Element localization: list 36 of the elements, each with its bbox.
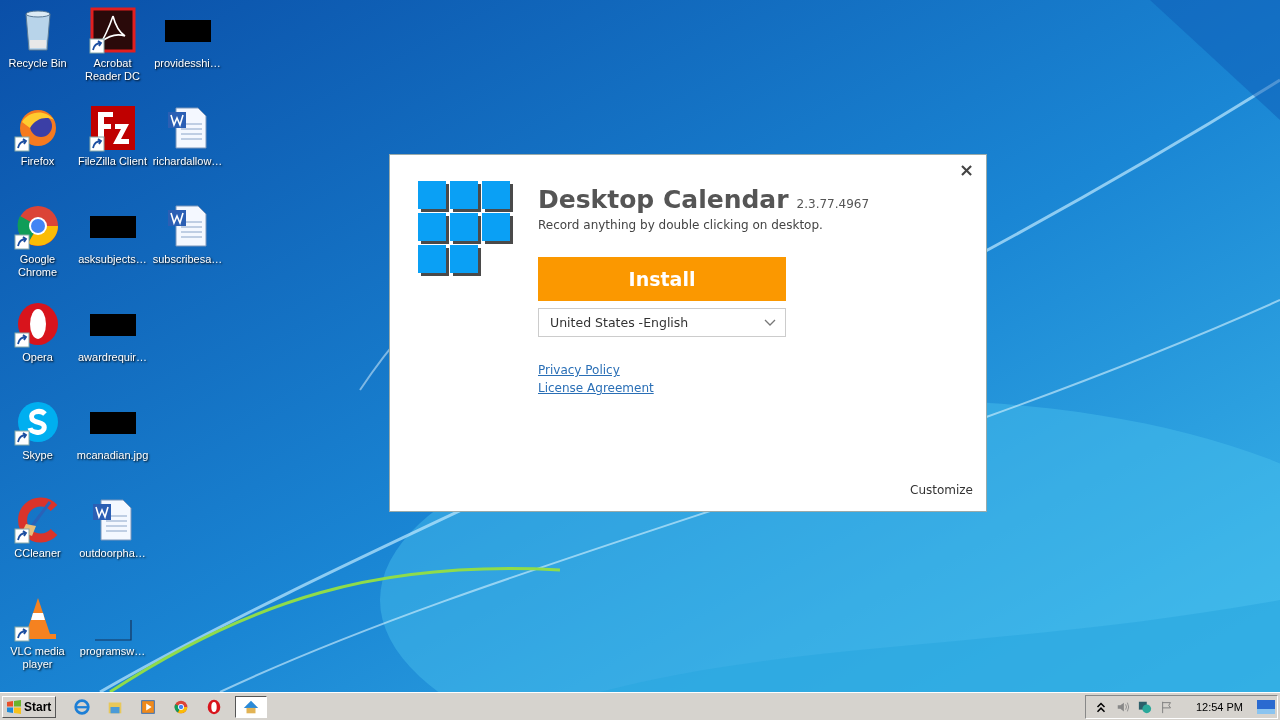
icon-label: FileZilla Client: [76, 155, 149, 168]
chevron-down-icon: [764, 318, 776, 327]
policy-link[interactable]: License Agreement: [538, 381, 654, 395]
icon-label: asksubjects…: [77, 253, 148, 266]
icon-label: VLC media player: [9, 645, 66, 671]
filezilla-icon[interactable]: [88, 104, 137, 152]
acrobat-icon[interactable]: [88, 6, 137, 54]
installer-taskbar-button[interactable]: [235, 695, 268, 718]
version-number: 2.3.77.4967: [796, 197, 870, 211]
clock: 12:54 PM: [1195, 700, 1243, 713]
policy-link[interactable]: Privacy Policy: [538, 363, 620, 377]
app-title: Desktop Calendar: [538, 185, 789, 214]
windows-logo-icon: [6, 698, 22, 715]
start-button[interactable]: Start: [2, 695, 57, 718]
logo-icon: [418, 181, 514, 279]
close-button[interactable]: ×: [956, 159, 976, 180]
icon-label: richardallow…: [151, 155, 224, 168]
icon-label: mcanadian.jpg: [75, 449, 150, 462]
language-dropdown[interactable]: United States -English: [538, 308, 786, 337]
app-subtitle: Record anything by double clicking on desktop.: [538, 218, 824, 232]
icon-label: awardrequir…: [76, 351, 149, 364]
icon-label: Recycle Bin: [7, 57, 68, 70]
icon-label: Opera: [21, 351, 54, 364]
icon-label: subscribesa…: [151, 253, 224, 266]
icon-label: Firefox: [19, 155, 56, 168]
network-icon[interactable]: [1137, 699, 1152, 714]
icon-label: providesshi…: [153, 57, 222, 70]
icon-label: outdoorpha…: [78, 547, 147, 560]
icon-label: CCleaner: [13, 547, 62, 560]
icon-label: Google Chrome: [16, 253, 59, 279]
media-icon: [139, 697, 158, 716]
icon-label: Acrobat Reader DC: [84, 57, 141, 83]
icon-label: programsw…: [78, 645, 147, 658]
customize-link[interactable]: Customize: [910, 483, 973, 497]
show-desktop-icon[interactable]: [1257, 699, 1275, 714]
icon-label: Skype: [21, 449, 54, 462]
